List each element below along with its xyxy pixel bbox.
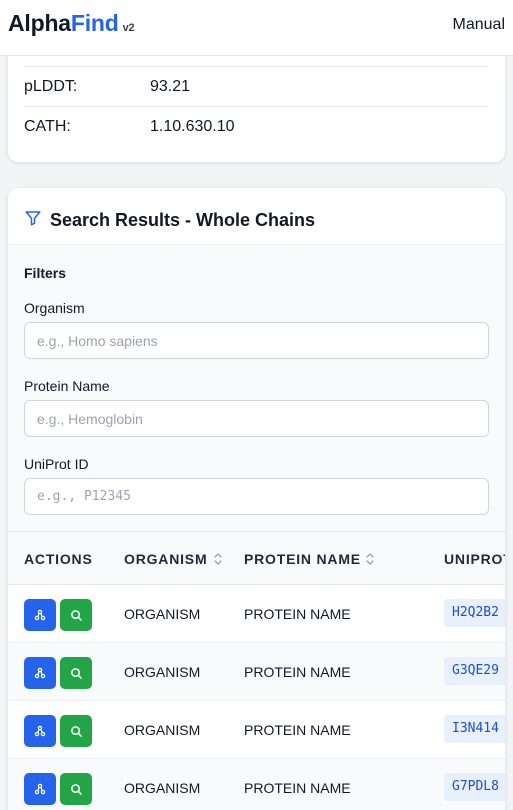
protein-name-label: Protein Name [24, 378, 110, 394]
view-structure-button[interactable] [24, 773, 56, 805]
organism-cell: ORGANISM [124, 722, 201, 738]
uniprot-id-link[interactable]: G3QE29 [444, 657, 505, 685]
uniprot-id-link[interactable]: I3N414 [444, 715, 505, 743]
column-header-actions: ACTIONS [24, 551, 93, 567]
view-structure-button[interactable] [24, 599, 56, 631]
uniprot-id-label: UniProt ID [24, 456, 89, 472]
search-results-card: Search Results - Whole Chains Filters Or… [8, 188, 505, 810]
search-similar-button[interactable] [60, 599, 92, 631]
info-value: 1.10.630.10 [150, 118, 235, 135]
search-icon [70, 667, 82, 679]
filter-icon [25, 211, 41, 226]
protein-name-cell: PROTEIN NAME [244, 664, 351, 680]
view-structure-button[interactable] [24, 715, 56, 747]
protein-name-cell: PROTEIN NAME [244, 780, 351, 796]
sort-icon[interactable] [365, 552, 375, 566]
nav-manual-link[interactable]: Manual [453, 16, 505, 34]
search-similar-button[interactable] [60, 773, 92, 805]
organism-cell: ORGANISM [124, 780, 201, 796]
logo[interactable]: AlphaFind v2 [8, 10, 135, 37]
organism-filter-input[interactable] [24, 322, 489, 359]
filters-heading: Filters [24, 265, 67, 281]
sort-icon[interactable] [213, 552, 223, 566]
organism-cell: ORGANISM [124, 664, 201, 680]
table-header: ACTIONS ORGANISM PROTEIN NAME UNIPROT [8, 531, 505, 585]
search-icon [70, 725, 82, 737]
info-label: CATH: [24, 118, 71, 135]
logo-version: v2 [122, 22, 135, 34]
uniprot-id-link[interactable]: H2Q2B2 [444, 599, 505, 627]
protein-name-cell: PROTEIN NAME [244, 722, 351, 738]
filters-panel: Filters Organism Protein Name UniProt ID [8, 244, 505, 531]
search-similar-button[interactable] [60, 657, 92, 689]
uniprot-id-link[interactable]: G7PDL8 [444, 773, 505, 801]
structure-icon [34, 783, 46, 795]
search-icon [70, 609, 82, 621]
search-icon [70, 783, 82, 795]
uniprot-id-filter-input[interactable] [24, 478, 489, 515]
results-header: Search Results - Whole Chains [8, 188, 505, 244]
view-structure-button[interactable] [24, 657, 56, 689]
results-title: Search Results - Whole Chains [50, 210, 316, 230]
structure-icon [34, 667, 46, 679]
logo-find: Find [70, 10, 119, 36]
table-row: ORGANISM PROTEIN NAME H2Q2B2 [8, 585, 505, 643]
table-row: ORGANISM PROTEIN NAME I3N414 [8, 701, 505, 759]
app-header: AlphaFind v2 Manual [0, 0, 513, 56]
column-header-uniprot[interactable]: UNIPROT [444, 551, 505, 567]
protein-name-cell: PROTEIN NAME [244, 606, 351, 622]
search-similar-button[interactable] [60, 715, 92, 747]
info-row-plddt: pLDDT: 93.21 [24, 66, 488, 106]
column-header-organism[interactable]: ORGANISM [124, 551, 207, 567]
info-row-cath: CATH: 1.10.630.10 [24, 106, 488, 146]
info-value: 93.21 [150, 78, 191, 95]
table-row: ORGANISM PROTEIN NAME G7PDL8 [8, 759, 505, 810]
structure-icon [34, 609, 46, 621]
structure-icon [34, 725, 46, 737]
organism-cell: ORGANISM [124, 606, 201, 622]
table-row: ORGANISM PROTEIN NAME G3QE29 [8, 643, 505, 701]
protein-name-filter-input[interactable] [24, 400, 489, 437]
column-header-protein-name[interactable]: PROTEIN NAME [244, 551, 361, 567]
organism-label: Organism [24, 300, 85, 316]
info-label: pLDDT: [24, 78, 78, 95]
logo-alpha: Alpha [8, 10, 71, 36]
